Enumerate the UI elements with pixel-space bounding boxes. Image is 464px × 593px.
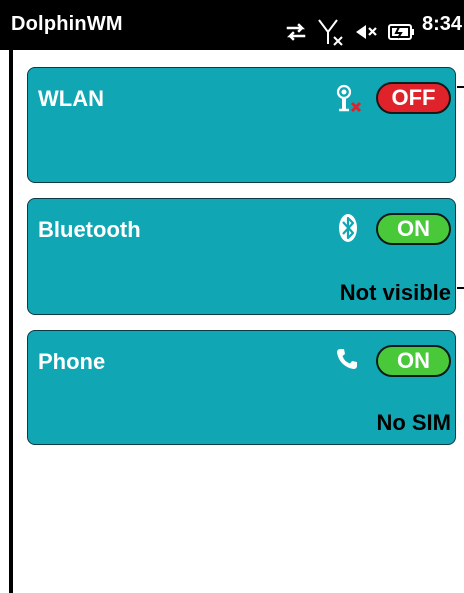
wlan-title: WLAN bbox=[38, 86, 104, 111]
wifi-disabled-icon bbox=[336, 84, 362, 113]
phone-toggle-button[interactable]: ON bbox=[376, 345, 451, 377]
wlan-card[interactable]: WLAN OFF bbox=[27, 67, 456, 183]
sync-arrows-icon[interactable] bbox=[284, 22, 308, 42]
left-divider bbox=[9, 50, 13, 593]
bluetooth-title: Bluetooth bbox=[38, 217, 141, 242]
battery-charging-icon[interactable] bbox=[388, 23, 416, 41]
phone-status: No SIM bbox=[376, 410, 451, 435]
status-bar: DolphinWM 8:34 bbox=[0, 0, 464, 50]
clock[interactable]: 8:34 bbox=[422, 13, 462, 36]
bluetooth-pointer bbox=[457, 287, 464, 289]
wlan-toggle-button[interactable]: OFF bbox=[376, 82, 451, 114]
signal-off-icon[interactable] bbox=[318, 18, 344, 46]
screen: DolphinWM 8:34 WLAN OFF Bluetooth ON Not… bbox=[0, 0, 464, 593]
bluetooth-icon bbox=[339, 214, 357, 242]
phone-card[interactable]: Phone ON No SIM bbox=[27, 330, 456, 445]
status-icons bbox=[0, 0, 464, 50]
wlan-pointer bbox=[457, 86, 464, 88]
bluetooth-toggle-button[interactable]: ON bbox=[376, 213, 451, 245]
bluetooth-card[interactable]: Bluetooth ON Not visible bbox=[27, 198, 456, 315]
volume-muted-icon[interactable] bbox=[354, 22, 380, 42]
phone-title: Phone bbox=[38, 349, 106, 374]
bluetooth-status: Not visible bbox=[339, 280, 451, 305]
phone-icon bbox=[337, 349, 357, 369]
